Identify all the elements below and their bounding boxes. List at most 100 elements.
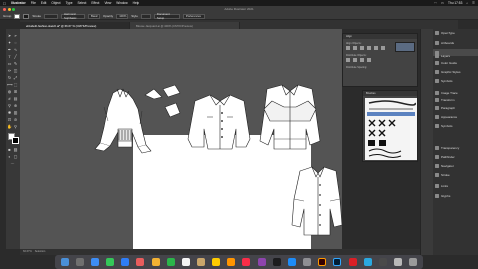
stroke-swatch[interactable] [23, 13, 30, 19]
tab-document-2[interactable]: Blouse Jacquard.ai @ 400% (CMYK/Preview) [130, 22, 240, 29]
stroke-weight-field[interactable] [44, 13, 59, 19]
dock-navigator[interactable]: Navigator [433, 162, 478, 169]
menubar-clock[interactable]: Thu 17:53 [448, 1, 462, 5]
artboard-tool-icon[interactable]: ⊡ [7, 117, 12, 122]
zoom-tool-icon[interactable]: ⚲ [13, 124, 18, 129]
align-left-icon[interactable] [346, 46, 350, 50]
downloads-folder-icon[interactable] [394, 258, 403, 266]
dock-graphic-styles[interactable]: Graphic Styles [433, 68, 478, 75]
dock-stroke[interactable]: Stroke [433, 171, 478, 178]
dock-glyphs[interactable]: Glyphs [433, 192, 478, 199]
dock-color-guide[interactable]: Color Guide [433, 59, 478, 66]
align-to-selector[interactable] [395, 42, 415, 52]
dock-paragraph[interactable]: Paragraph [433, 104, 478, 111]
collar-pieces-sketch[interactable] [144, 84, 181, 118]
menu-edit[interactable]: Edit [41, 1, 47, 5]
menu-type[interactable]: Type [66, 1, 73, 5]
dock-pathfinder[interactable]: Pathfinder [433, 153, 478, 160]
shirt-front-sketch[interactable] [187, 94, 251, 150]
illustrator-icon[interactable] [318, 258, 327, 266]
align-right-icon[interactable] [360, 46, 364, 50]
curvature-tool-icon[interactable]: ∿ [13, 47, 18, 52]
gradient-tool-icon[interactable]: ▤ [13, 96, 18, 101]
stroke-color-swatch[interactable] [12, 137, 19, 144]
dock-appearance[interactable]: Appearance [433, 113, 478, 120]
brushes-list[interactable] [365, 98, 417, 160]
reminders-icon[interactable] [227, 258, 236, 266]
rotate-tool-icon[interactable]: ↻ [7, 75, 12, 80]
paintbrush-tool-icon[interactable]: ✎ [13, 61, 18, 66]
draw-mode-icon[interactable]: ◐ [7, 154, 12, 159]
zoom-app-icon[interactable] [363, 258, 372, 266]
hand-tool-icon[interactable]: ✋ [7, 124, 12, 129]
creative-cloud-icon[interactable] [348, 258, 357, 266]
dock-artboards[interactable]: Artboards [433, 39, 478, 46]
tab-document-1[interactable]: elizabeth-fashion-sketch.ai* @ 66.67 % (… [20, 22, 130, 29]
color-mode-icon[interactable]: ■ [7, 147, 12, 152]
selection-tool-icon[interactable]: ➤ [7, 33, 12, 38]
system-preferences-icon[interactable] [303, 258, 312, 266]
align-center-icon[interactable] [353, 46, 357, 50]
podcasts-icon[interactable] [257, 258, 266, 266]
tv-icon[interactable] [272, 258, 281, 266]
distribute-bottom-icon[interactable] [360, 58, 364, 62]
pencil-tool-icon[interactable]: ✏ [7, 68, 12, 73]
trash-icon[interactable] [409, 258, 418, 266]
dock-opentype[interactable]: OpenType [433, 29, 478, 36]
messages-icon[interactable] [106, 258, 115, 266]
fashion-sketches[interactable] [20, 29, 342, 255]
align-bottom-icon[interactable] [381, 46, 385, 50]
brush-select[interactable]: Harmonic Sqrt/basic [61, 12, 86, 20]
symbol-sprayer-tool-icon[interactable]: ✺ [7, 110, 12, 115]
safari-icon[interactable] [90, 258, 99, 266]
line-tool-icon[interactable]: ╱ [13, 54, 18, 59]
launchpad-icon[interactable] [75, 258, 84, 266]
dock-transparency[interactable]: Transparency [433, 144, 478, 151]
edit-toolbar-icon[interactable]: ⋯ [10, 161, 15, 166]
notes-icon[interactable] [212, 258, 221, 266]
menu-file[interactable]: File [31, 1, 36, 5]
magic-wand-tool-icon[interactable]: ✦ [7, 40, 12, 45]
dock-transform[interactable]: Transform [433, 96, 478, 103]
dock-symbols-2[interactable]: Symbols [433, 122, 478, 129]
zoom-level[interactable]: 66.67% [23, 250, 32, 253]
type-tool-icon[interactable]: T [7, 54, 12, 59]
search-icon[interactable]: ⌕ [466, 1, 468, 5]
distribute-left-icon[interactable] [367, 58, 371, 62]
perspective-tool-icon[interactable]: ⊞ [13, 89, 18, 94]
facetime-icon[interactable] [166, 258, 175, 266]
cape-jacket-sketch[interactable] [259, 84, 321, 150]
eraser-tool-icon[interactable]: ◫ [13, 68, 18, 73]
ruffle-blouse-sketch[interactable] [94, 88, 152, 154]
photos-icon[interactable] [151, 258, 160, 266]
gradient-mode-icon[interactable]: ▨ [13, 147, 18, 152]
dock-symbols[interactable]: Symbols [433, 77, 478, 84]
app-store-icon[interactable] [287, 258, 296, 266]
mail-icon[interactable] [121, 258, 130, 266]
menu-select[interactable]: Select [77, 1, 86, 5]
distribute-center-icon[interactable] [353, 58, 357, 62]
battery-icon[interactable]: ▭ [441, 1, 444, 5]
terminal-icon[interactable] [378, 258, 387, 266]
preferences-button[interactable]: Preferences [182, 13, 205, 19]
distribute-top-icon[interactable] [346, 58, 350, 62]
app-menu[interactable]: Illustrator [11, 1, 26, 5]
calendar-icon[interactable] [181, 258, 190, 266]
slice-tool-icon[interactable]: ⊘ [13, 117, 18, 122]
graph-tool-icon[interactable]: ▥ [13, 110, 18, 115]
align-middle-icon[interactable] [374, 46, 378, 50]
maps-icon[interactable] [136, 258, 145, 266]
menu-window[interactable]: Window [116, 1, 127, 5]
dock-links[interactable]: Links [433, 182, 478, 189]
pen-tool-icon[interactable]: ✒ [7, 47, 12, 52]
eyedropper-tool-icon[interactable]: ⚲ [7, 103, 12, 108]
fill-swatch[interactable] [14, 13, 21, 19]
fitted-shirt-sketch[interactable] [291, 166, 342, 236]
menu-effect[interactable]: Effect [91, 1, 99, 5]
finder-icon[interactable] [60, 258, 69, 266]
screen-mode-icon[interactable]: ▢ [13, 154, 18, 159]
graphic-style-swatch[interactable] [140, 13, 151, 19]
apple-icon[interactable]:  [3, 1, 6, 6]
canvas-area[interactable] [20, 29, 342, 255]
free-transform-tool-icon[interactable]: ⬚ [13, 82, 18, 87]
